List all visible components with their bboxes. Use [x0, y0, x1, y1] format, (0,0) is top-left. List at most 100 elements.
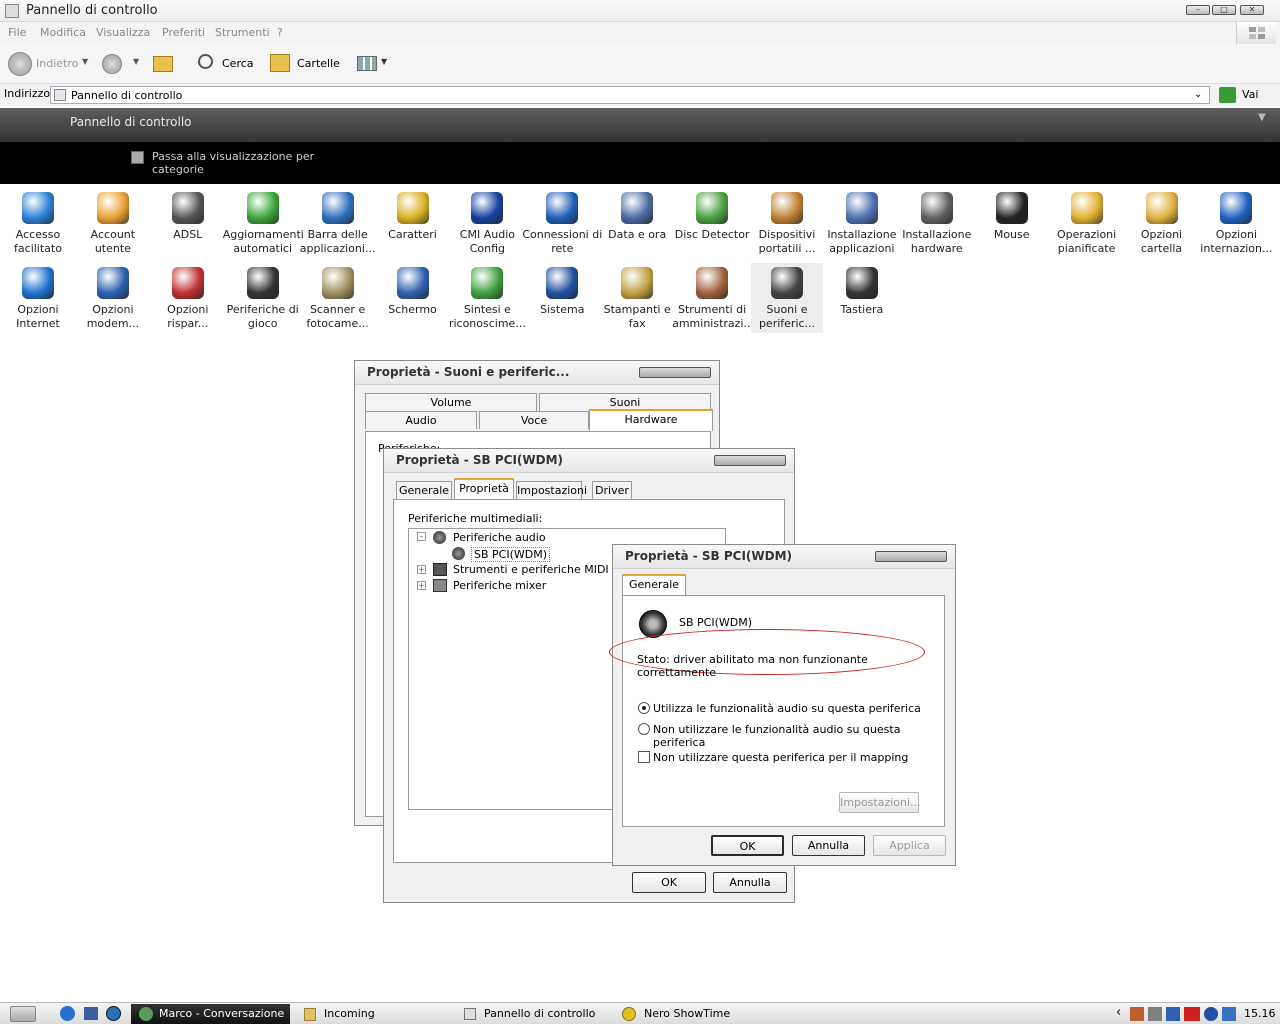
control-panel-item[interactable]: Dispositivi portatili ... — [751, 188, 823, 258]
device-cancel-button[interactable]: Annulla — [713, 872, 787, 893]
control-panel-item[interactable]: Scanner e fotocame... — [302, 263, 374, 333]
up-folder-icon[interactable] — [153, 56, 173, 72]
control-panel-item[interactable]: Stampanti e fax — [601, 263, 673, 333]
tab-driver[interactable]: Driver — [592, 481, 632, 499]
menu-view[interactable]: Visualizza — [96, 26, 150, 39]
quicklaunch-ie-icon[interactable] — [60, 1006, 75, 1021]
start-button[interactable] — [10, 1006, 36, 1022]
go-arrow-icon[interactable] — [1219, 87, 1236, 103]
menu-help[interactable]: ? — [277, 26, 283, 39]
tray-icon-6[interactable] — [1222, 1007, 1236, 1021]
search-icon[interactable] — [198, 54, 213, 69]
menu-edit[interactable]: Modifica — [40, 26, 86, 39]
control-panel-item[interactable]: Installazione applicazioni — [826, 188, 898, 258]
control-panel-item[interactable]: Caratteri — [377, 188, 449, 258]
control-panel-item[interactable]: Disc Detector — [675, 188, 749, 258]
forward-dropdown-icon[interactable]: ▼ — [133, 57, 139, 66]
radio-use-audio[interactable] — [638, 702, 650, 714]
address-input[interactable]: Pannello di controllo ⌄ — [50, 86, 1210, 104]
general-apply-button[interactable]: Applica — [873, 835, 946, 856]
tree-expand-midi-icon[interactable]: + — [417, 565, 426, 574]
folders-icon[interactable] — [270, 54, 290, 72]
tab-volume[interactable]: Volume — [365, 393, 537, 411]
quicklaunch-media-icon[interactable] — [106, 1006, 121, 1021]
tab-general-active[interactable]: Generale — [622, 574, 686, 596]
tray-icon-1[interactable] — [1130, 1007, 1144, 1021]
menu-favorites[interactable]: Preferiti — [162, 26, 205, 39]
menu-file[interactable]: File — [8, 26, 26, 39]
tab-audio[interactable]: Audio — [365, 411, 477, 429]
tray-icon-2[interactable] — [1148, 1007, 1162, 1021]
control-panel-item[interactable]: Operazioni pianificate — [1051, 188, 1123, 258]
control-panel-item[interactable]: Connessioni di rete — [522, 188, 602, 258]
tree-midi-devices[interactable]: Strumenti e periferiche MIDI — [453, 563, 609, 576]
quicklaunch-desktop-icon[interactable] — [84, 1007, 98, 1020]
task-incoming[interactable]: Incoming — [296, 1004, 451, 1024]
back-arrow-icon[interactable] — [8, 52, 32, 76]
category-view-icon[interactable] — [131, 151, 144, 164]
tree-collapse-icon[interactable]: – — [417, 532, 426, 541]
control-panel-item[interactable]: Opzioni Internet — [2, 263, 74, 333]
control-panel-item[interactable]: Opzioni internazion... — [1200, 188, 1272, 258]
radio-no-audio-label[interactable]: Non utilizzare le funzionalità audio su … — [653, 723, 944, 749]
radio-no-audio[interactable] — [638, 723, 650, 735]
task-conversation[interactable]: Marco - Conversazione — [131, 1004, 290, 1024]
views-dropdown-icon[interactable]: ▼ — [381, 57, 387, 66]
control-panel-item[interactable]: Account utente — [77, 188, 149, 258]
general-dialog-window-buttons[interactable] — [875, 551, 947, 562]
task-control-panel[interactable]: Pannello di controllo — [456, 1004, 611, 1024]
task-nero[interactable]: Nero ShowTime — [616, 1004, 771, 1024]
control-panel-item[interactable]: Accesso facilitato — [2, 188, 74, 258]
forward-arrow-icon[interactable] — [102, 54, 122, 74]
device-ok-button[interactable]: OK — [632, 872, 706, 893]
maximize-button[interactable]: □ — [1212, 5, 1236, 15]
views-grid-icon[interactable] — [357, 56, 377, 71]
control-panel-item[interactable]: CMI Audio Config — [451, 188, 523, 258]
control-panel-item[interactable]: Tastiera — [826, 263, 898, 333]
control-panel-item[interactable]: Installazione hardware — [901, 188, 973, 258]
address-dropdown-icon[interactable]: ⌄ — [1194, 89, 1202, 100]
tray-expand-icon[interactable]: ‹ — [1116, 1005, 1121, 1020]
tab-hardware[interactable]: Hardware — [589, 409, 713, 431]
control-panel-item[interactable]: Barra delle applicazioni... — [300, 188, 375, 258]
sound-dialog-window-buttons[interactable] — [639, 367, 711, 378]
tray-icon-5[interactable] — [1204, 1007, 1218, 1021]
control-panel-item[interactable]: Periferiche di gioco — [227, 263, 299, 333]
control-panel-item[interactable]: ADSL — [152, 188, 224, 258]
control-panel-item[interactable]: Opzioni modem... — [77, 263, 149, 333]
search-button-label[interactable]: Cerca — [222, 57, 254, 70]
tab-voice[interactable]: Voce — [479, 411, 589, 429]
control-panel-item[interactable]: Data e ora — [601, 188, 673, 258]
tree-expand-mixer-icon[interactable]: + — [417, 581, 426, 590]
control-panel-item[interactable]: Sistema — [526, 263, 598, 333]
tab-settings[interactable]: Impostazioni — [516, 481, 587, 499]
control-panel-item[interactable]: Suoni e periferic... — [751, 263, 823, 333]
tray-ati-icon[interactable] — [1184, 1007, 1200, 1021]
no-mapping-label[interactable]: Non utilizzare questa periferica per il … — [653, 751, 908, 764]
back-dropdown-icon[interactable]: ▼ — [82, 57, 88, 66]
tab-properties[interactable]: Proprietà — [454, 478, 514, 500]
panel-collapse-icon[interactable]: ▼ — [1258, 112, 1266, 123]
close-button[interactable]: ✕ — [1240, 5, 1264, 15]
settings-button[interactable]: Impostazioni... — [839, 792, 921, 813]
device-dialog-window-buttons[interactable] — [714, 455, 786, 466]
folders-button-label[interactable]: Cartelle — [297, 57, 340, 70]
tree-mixer-devices[interactable]: Periferiche mixer — [453, 579, 546, 592]
minimize-button[interactable]: – — [1186, 5, 1210, 15]
no-mapping-checkbox[interactable] — [638, 751, 650, 763]
go-button-label[interactable]: Vai — [1242, 88, 1258, 101]
general-cancel-button[interactable]: Annulla — [792, 835, 865, 856]
control-panel-item[interactable]: Aggiornamenti automatici — [223, 188, 304, 258]
tray-network-icon[interactable] — [1166, 1007, 1180, 1021]
menu-tools[interactable]: Strumenti — [215, 26, 270, 39]
control-panel-item[interactable]: Mouse — [976, 188, 1048, 258]
control-panel-item[interactable]: Opzioni rispar... — [152, 263, 224, 333]
general-ok-button[interactable]: OK — [711, 835, 784, 856]
back-button-label[interactable]: Indietro — [36, 57, 78, 70]
switch-view-link[interactable]: Passa alla visualizzazione per categorie — [152, 150, 332, 176]
control-panel-item[interactable]: Strumenti di amministrazi... — [672, 263, 754, 333]
tab-general[interactable]: Generale — [396, 481, 452, 499]
tree-sb-pci-device[interactable]: SB PCI(WDM) — [471, 547, 551, 562]
control-panel-item[interactable]: Sintesi e riconoscime... — [449, 263, 526, 333]
control-panel-item[interactable]: Opzioni cartella — [1126, 188, 1198, 258]
